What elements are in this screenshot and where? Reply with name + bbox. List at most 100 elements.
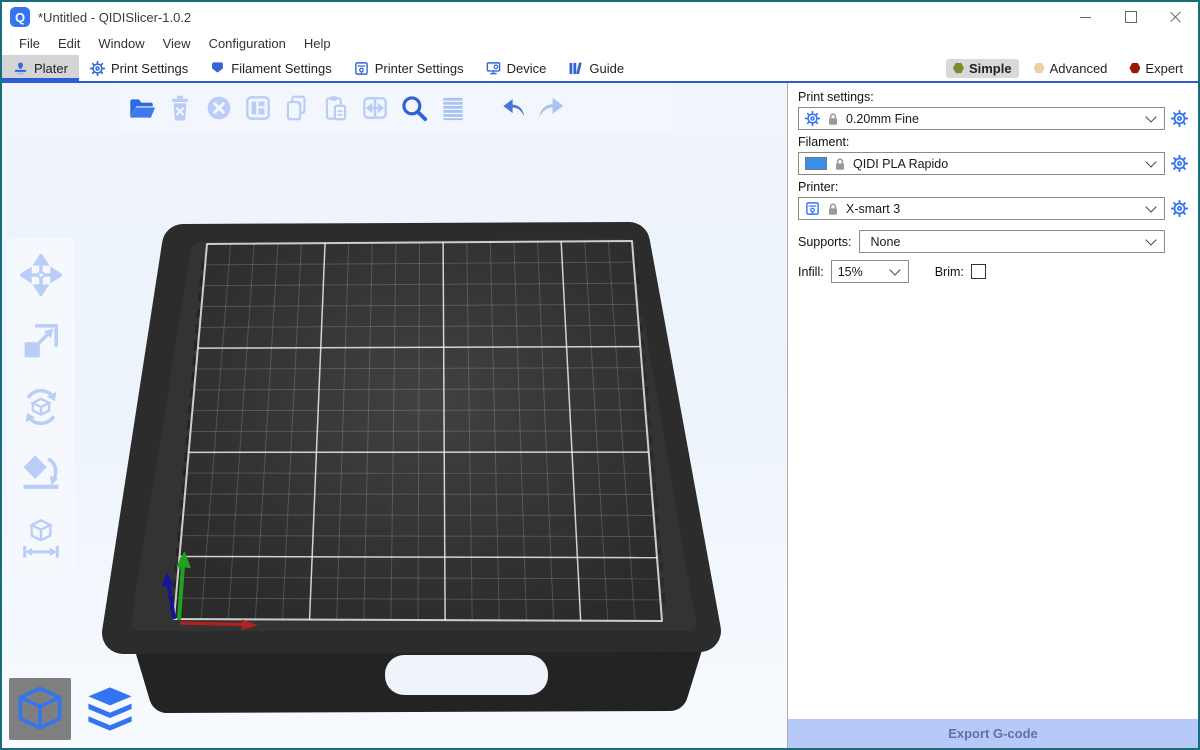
print-settings-value: 0.20mm Fine xyxy=(846,112,919,126)
mode-switcher: Simple Advanced Expert xyxy=(946,55,1198,81)
tab-guide-label: Guide xyxy=(589,61,624,76)
tab-printer-settings-label: Printer Settings xyxy=(375,61,464,76)
mode-advanced-label: Advanced xyxy=(1050,61,1108,76)
filament-label: Filament: xyxy=(798,135,1188,149)
tab-print-settings-label: Print Settings xyxy=(111,61,188,76)
tab-plater[interactable]: Plater xyxy=(2,55,79,81)
print-settings-edit-gear-icon[interactable] xyxy=(1171,110,1188,127)
place-on-face-gizmo-icon[interactable] xyxy=(20,452,62,494)
maximize-button[interactable] xyxy=(1108,2,1153,32)
printer-icon xyxy=(805,201,820,216)
open-file-icon[interactable] xyxy=(126,93,156,123)
split-objects-icon[interactable] xyxy=(360,93,390,123)
close-icon xyxy=(1170,11,1182,23)
mode-expert-label: Expert xyxy=(1145,61,1183,76)
delete-all-icon[interactable] xyxy=(204,93,234,123)
chevron-down-icon xyxy=(1145,156,1156,167)
supports-label: Supports: xyxy=(798,235,852,249)
minimize-icon xyxy=(1080,17,1091,18)
printer-select[interactable]: X-smart 3 xyxy=(798,197,1165,220)
tab-printer-settings[interactable]: Printer Settings xyxy=(343,55,475,81)
print-settings-label: Print settings: xyxy=(798,90,1188,104)
3d-view-cube-icon xyxy=(15,684,65,734)
tab-guide[interactable]: Guide xyxy=(557,55,635,81)
chevron-down-icon xyxy=(1145,111,1156,122)
mode-simple[interactable]: Simple xyxy=(946,59,1019,78)
filament-select[interactable]: QIDI PLA Rapido xyxy=(798,152,1165,175)
print-settings-gear-icon xyxy=(90,61,105,76)
arrange-icon[interactable] xyxy=(243,93,273,123)
filament-value: QIDI PLA Rapido xyxy=(853,157,948,171)
3d-editor-view-button[interactable] xyxy=(9,678,71,740)
layers-icon xyxy=(83,682,137,736)
device-monitor-icon xyxy=(486,61,501,76)
advanced-mode-icon xyxy=(1034,63,1045,74)
undo-icon[interactable] xyxy=(501,93,527,123)
export-gcode-button[interactable]: Export G-code xyxy=(788,719,1198,748)
move-gizmo-icon[interactable] xyxy=(20,254,62,296)
paste-icon[interactable] xyxy=(321,93,351,123)
mode-expert[interactable]: Expert xyxy=(1122,59,1190,78)
qidislicer-window: Q *Untitled - QIDISlicer-1.0.2 File Edit… xyxy=(0,0,1200,750)
printer-icon xyxy=(354,61,369,76)
tab-print-settings[interactable]: Print Settings xyxy=(79,55,199,81)
app-icon: Q xyxy=(10,7,30,27)
tab-plater-label: Plater xyxy=(34,61,68,76)
supports-select[interactable]: None xyxy=(859,230,1165,253)
preview-layers-button[interactable] xyxy=(79,678,141,740)
brim-label: Brim: xyxy=(935,265,964,279)
copy-icon[interactable] xyxy=(282,93,312,123)
infill-value: 15% xyxy=(838,265,863,279)
filament-edit-gear-icon[interactable] xyxy=(1171,155,1188,172)
menu-file[interactable]: File xyxy=(10,36,49,51)
lock-icon xyxy=(827,112,839,126)
scale-gizmo-icon[interactable] xyxy=(20,320,62,362)
mode-simple-label: Simple xyxy=(969,61,1012,76)
variable-layer-height-icon[interactable] xyxy=(438,93,468,123)
title-bar: Q *Untitled - QIDISlicer-1.0.2 xyxy=(2,2,1198,32)
menu-configuration[interactable]: Configuration xyxy=(200,36,295,51)
maximize-icon xyxy=(1125,11,1137,23)
minimize-button[interactable] xyxy=(1063,2,1108,32)
3d-viewport[interactable] xyxy=(2,83,787,748)
chevron-down-icon xyxy=(1145,201,1156,212)
gizmo-toolbar xyxy=(7,238,75,576)
window-title: *Untitled - QIDISlicer-1.0.2 xyxy=(38,10,191,25)
redo-icon[interactable] xyxy=(536,93,566,123)
tab-filament-settings-label: Filament Settings xyxy=(231,61,331,76)
mode-advanced[interactable]: Advanced xyxy=(1027,59,1115,78)
view-mode-toggles xyxy=(9,678,141,740)
rotate-gizmo-icon[interactable] xyxy=(20,386,62,428)
filament-color-swatch xyxy=(805,157,827,170)
menu-edit[interactable]: Edit xyxy=(49,36,89,51)
print-profile-gear-icon xyxy=(805,111,820,126)
filament-icon xyxy=(210,61,225,76)
print-settings-select[interactable]: 0.20mm Fine xyxy=(798,107,1165,130)
supports-value: None xyxy=(871,235,901,249)
menu-window[interactable]: Window xyxy=(89,36,153,51)
simple-mode-icon xyxy=(953,63,964,74)
bed-3d-scene[interactable] xyxy=(2,83,787,749)
printer-value: X-smart 3 xyxy=(846,202,900,216)
printer-label: Printer: xyxy=(798,180,1188,194)
menu-bar: File Edit Window View Configuration Help xyxy=(2,32,1198,55)
brim-checkbox[interactable] xyxy=(971,264,986,279)
tab-filament-settings[interactable]: Filament Settings xyxy=(199,55,342,81)
measure-gizmo-icon[interactable] xyxy=(20,518,62,560)
tab-bar: Plater Print Settings Filament Settings … xyxy=(2,55,1198,83)
search-icon[interactable] xyxy=(399,93,429,123)
infill-select[interactable]: 15% xyxy=(831,260,909,283)
guide-books-icon xyxy=(568,61,583,76)
close-button[interactable] xyxy=(1153,2,1198,32)
menu-help[interactable]: Help xyxy=(295,36,340,51)
settings-sidebar: Print settings: 0.20mm Fine Filament: xyxy=(787,83,1198,748)
tab-device-label: Device xyxy=(507,61,547,76)
lock-icon xyxy=(834,157,846,171)
printer-edit-gear-icon[interactable] xyxy=(1171,200,1188,217)
infill-label: Infill: xyxy=(798,265,824,279)
menu-view[interactable]: View xyxy=(154,36,200,51)
chevron-down-icon xyxy=(889,264,900,275)
delete-icon[interactable] xyxy=(165,93,195,123)
object-toolbar xyxy=(114,85,674,131)
tab-device[interactable]: Device xyxy=(475,55,558,81)
